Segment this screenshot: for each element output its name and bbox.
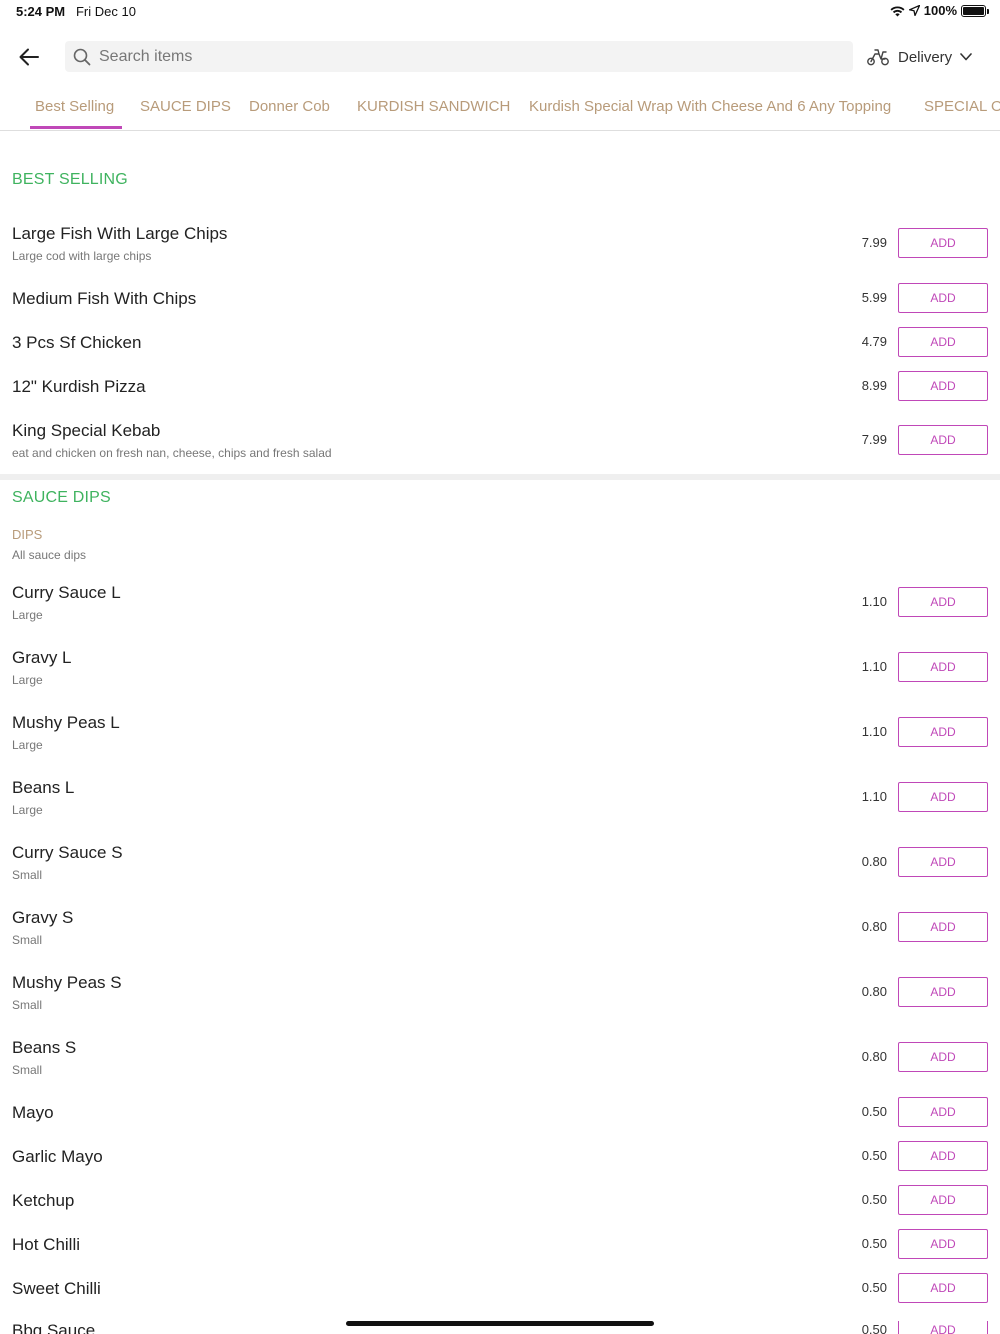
add-button[interactable]: ADD bbox=[898, 228, 988, 258]
add-button[interactable]: ADD bbox=[898, 1042, 988, 1072]
add-button[interactable]: ADD bbox=[898, 977, 988, 1007]
add-button[interactable]: ADD bbox=[898, 912, 988, 942]
delivery-label: Delivery bbox=[898, 48, 953, 66]
item-description: Small bbox=[12, 998, 43, 1012]
item-price: 0.80 bbox=[861, 854, 887, 869]
item-name: Curry Sauce L bbox=[12, 583, 121, 602]
location-arrow-icon bbox=[908, 5, 920, 16]
tab-kurdish-special-wrap[interactable]: Kurdish Special Wrap With Cheese And 6 A… bbox=[529, 98, 891, 130]
item-price: 0.50 bbox=[861, 1148, 887, 1163]
add-button[interactable]: ADD bbox=[898, 1097, 988, 1127]
item-name: 3 Pcs Sf Chicken bbox=[12, 333, 142, 352]
add-button[interactable]: ADD bbox=[898, 782, 988, 812]
sub-description: All sauce dips bbox=[12, 548, 87, 562]
item-price: 1.10 bbox=[861, 724, 887, 739]
section-title-sauce-dips: SAUCE DIPS bbox=[12, 489, 111, 506]
item-name: Gravy S bbox=[12, 908, 74, 927]
tab-kurdish-sandwich[interactable]: KURDISH SANDWICH bbox=[357, 98, 510, 130]
item-price: 1.10 bbox=[861, 594, 887, 609]
add-button[interactable]: ADD bbox=[898, 1273, 988, 1303]
item-name: Ketchup bbox=[12, 1191, 75, 1210]
item-name: Garlic Mayo bbox=[12, 1147, 103, 1166]
status-right: 100% bbox=[890, 3, 989, 18]
item-price: 7.99 bbox=[861, 235, 887, 250]
item-description: Small bbox=[12, 933, 43, 947]
item-name: Sweet Chilli bbox=[12, 1279, 101, 1298]
item-description: Large bbox=[12, 608, 43, 622]
item-price: 0.50 bbox=[861, 1236, 887, 1251]
header: Delivery bbox=[0, 34, 1000, 78]
status-bar: 5:24 PM Fri Dec 10 100% bbox=[0, 0, 1000, 24]
item-name: Mushy Peas S bbox=[12, 973, 122, 992]
item-name: Beans L bbox=[12, 778, 75, 797]
sub-heading-dips: DIPS bbox=[12, 527, 43, 542]
battery-percent: 100% bbox=[923, 3, 957, 18]
item-description: Large bbox=[12, 673, 43, 687]
item-price: 0.80 bbox=[861, 1049, 887, 1064]
item-price: 0.50 bbox=[861, 1104, 887, 1119]
add-button[interactable]: ADD bbox=[898, 1141, 988, 1171]
tab-special-offers[interactable]: SPECIAL O bbox=[924, 98, 1000, 130]
scooter-icon bbox=[867, 49, 889, 66]
item-name: Large Fish With Large Chips bbox=[12, 224, 228, 243]
item-price: 0.80 bbox=[861, 919, 887, 934]
item-description: Large bbox=[12, 803, 43, 817]
section-divider bbox=[0, 474, 1000, 480]
item-description: Small bbox=[12, 1063, 43, 1077]
item-price: 5.99 bbox=[861, 290, 887, 305]
search-box[interactable] bbox=[65, 41, 853, 72]
add-button[interactable]: ADD bbox=[898, 371, 988, 401]
item-price: 0.50 bbox=[861, 1192, 887, 1207]
add-button[interactable]: ADD bbox=[898, 652, 988, 682]
active-tab-indicator bbox=[30, 126, 122, 129]
item-name: Hot Chilli bbox=[12, 1235, 81, 1254]
back-button[interactable] bbox=[14, 42, 44, 72]
item-name: King Special Kebab bbox=[12, 421, 161, 440]
search-input[interactable] bbox=[99, 47, 799, 66]
status-clock: 5:24 PM bbox=[16, 4, 66, 19]
item-name: Medium Fish With Chips bbox=[12, 289, 197, 308]
search-icon bbox=[73, 48, 91, 65]
arrow-left-icon bbox=[19, 48, 39, 66]
item-price: 1.10 bbox=[861, 659, 887, 674]
item-price: 0.80 bbox=[861, 984, 887, 999]
add-button[interactable]: ADD bbox=[898, 425, 988, 455]
item-name: Beans S bbox=[12, 1038, 77, 1057]
item-price: 7.99 bbox=[861, 432, 887, 447]
add-button[interactable]: ADD bbox=[898, 717, 988, 747]
item-description: Large bbox=[12, 738, 43, 752]
add-button[interactable]: ADD bbox=[898, 1229, 988, 1259]
status-time: 5:24 PM Fri Dec 10 bbox=[16, 4, 136, 19]
add-button[interactable]: ADD bbox=[898, 1185, 988, 1215]
item-name: 12" Kurdish Pizza bbox=[12, 377, 146, 396]
wifi-icon bbox=[890, 5, 905, 16]
item-name: Curry Sauce S bbox=[12, 843, 123, 862]
item-price: 0.50 bbox=[861, 1280, 887, 1295]
item-description: eat and chicken on fresh nan, cheese, ch… bbox=[12, 446, 332, 460]
add-button[interactable]: ADD bbox=[898, 327, 988, 357]
tab-sauce-dips[interactable]: SAUCE DIPS bbox=[140, 98, 231, 130]
home-indicator[interactable] bbox=[346, 1321, 654, 1326]
tab-donner-cob[interactable]: Donner Cob bbox=[249, 98, 330, 130]
delivery-selector[interactable]: Delivery bbox=[866, 42, 972, 72]
item-description: Small bbox=[12, 868, 43, 882]
item-name: Bbq Sauce bbox=[12, 1321, 96, 1334]
item-name: Gravy L bbox=[12, 648, 72, 667]
add-button[interactable]: ADD bbox=[898, 587, 988, 617]
chevron-down-icon bbox=[960, 53, 972, 61]
item-price: 8.99 bbox=[861, 378, 887, 393]
item-price: 4.79 bbox=[861, 334, 887, 349]
add-button[interactable]: ADD bbox=[898, 283, 988, 313]
item-name: Mushy Peas L bbox=[12, 713, 120, 732]
status-date: Fri Dec 10 bbox=[75, 4, 136, 19]
add-button[interactable]: ADD bbox=[898, 1321, 988, 1334]
battery-icon bbox=[961, 4, 989, 17]
category-tabs: Best Selling SAUCE DIPS Donner Cob KURDI… bbox=[0, 88, 1000, 131]
add-button[interactable]: ADD bbox=[898, 847, 988, 877]
item-name: Mayo bbox=[12, 1103, 54, 1122]
item-price: 1.10 bbox=[861, 789, 887, 804]
item-price: 0.50 bbox=[861, 1322, 887, 1334]
section-title-best-selling: BEST SELLING bbox=[12, 171, 128, 188]
item-description: Large cod with large chips bbox=[12, 249, 152, 263]
